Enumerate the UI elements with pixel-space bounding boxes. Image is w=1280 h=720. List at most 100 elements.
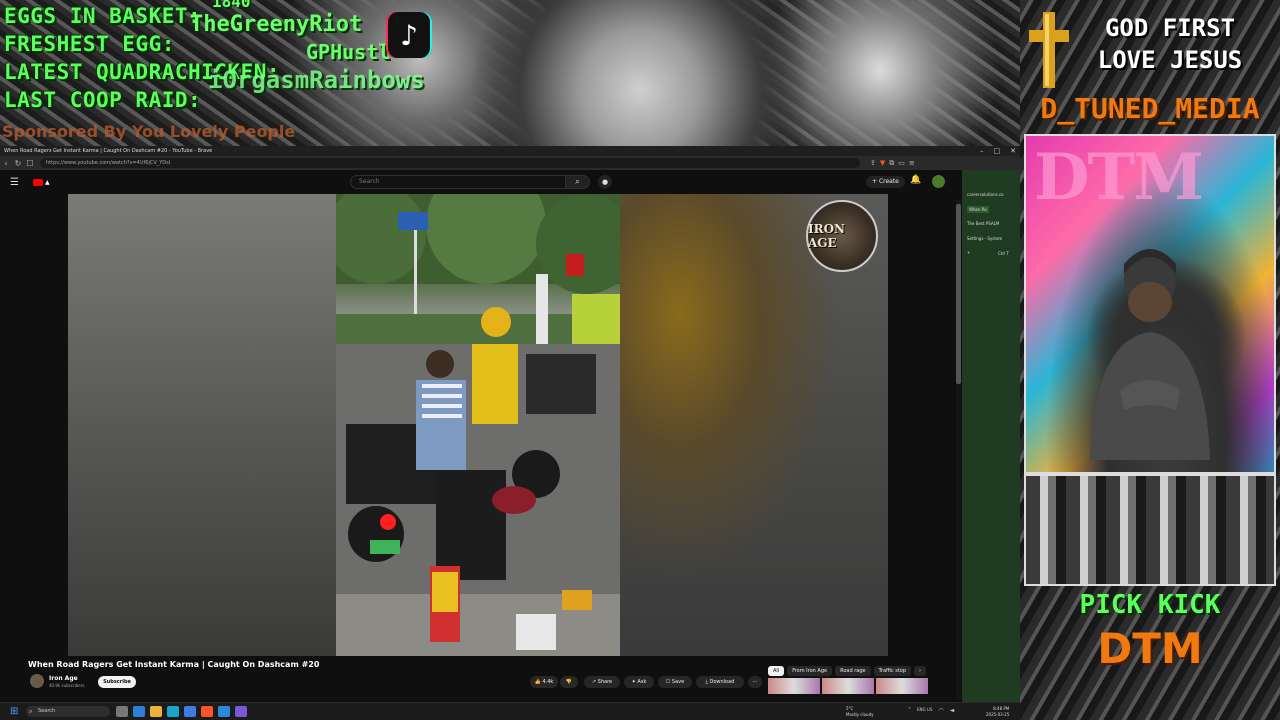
app-icon[interactable] <box>167 706 179 717</box>
reload-icon[interactable]: ↻ <box>12 159 24 168</box>
menu-icon[interactable]: ≡ <box>909 159 915 168</box>
sidebar-tab-when-ro[interactable]: When Ro <box>967 206 989 213</box>
steam-icon[interactable] <box>218 706 230 717</box>
like-button[interactable]: 👍 4.4k <box>530 676 558 688</box>
edge-icon[interactable] <box>133 706 145 717</box>
thumbnail[interactable] <box>876 678 928 694</box>
chevron-up-icon[interactable]: ˄ <box>908 707 911 714</box>
like-count: 4.4k <box>542 679 554 685</box>
more-actions-button[interactable]: ⋯ <box>748 676 762 688</box>
channel-name[interactable]: Iron Age <box>49 675 78 682</box>
subscribe-button[interactable]: Subscribe <box>98 676 136 688</box>
download-button[interactable]: ⤓ Download <box>696 676 744 688</box>
channel-brand-text: D_TUNED_MEDIA <box>1040 92 1260 125</box>
sponsor-text: Sponsored By You Lovely People <box>2 122 296 141</box>
weather-widget[interactable]: 5°C Mostly cloudy <box>846 706 874 718</box>
browser-tabs-sidebar: careersolutions.co When Ro The Best PSAL… <box>962 170 1020 702</box>
search-icon[interactable]: ⌕ <box>566 175 590 189</box>
obs-icon[interactable] <box>235 706 247 717</box>
browser-window: When Road Ragers Get Instant Karma | Cau… <box>0 146 1020 702</box>
brave-shields-icon[interactable]: ▼ <box>880 159 885 168</box>
bookmark-icon[interactable]: ☐ <box>24 159 36 168</box>
youtube-logo-icon[interactable] <box>32 178 43 186</box>
brave-icon[interactable] <box>201 706 213 717</box>
extensions-icon[interactable]: ⧉ <box>889 159 894 168</box>
pipe-art-box <box>1024 474 1276 586</box>
chip-traffic-stop[interactable]: Traffic stop <box>873 666 912 676</box>
minimize-icon[interactable]: – <box>980 147 984 155</box>
nick-gphustl: GPHustl <box>306 40 391 64</box>
taskbar-search-icon: ⌕ <box>29 708 33 715</box>
video-title: When Road Ragers Get Instant Karma | Cau… <box>28 660 320 669</box>
search-input[interactable]: Search <box>350 175 566 189</box>
maximize-icon[interactable]: □ <box>994 147 1001 155</box>
love-jesus-text: LOVE JESUS <box>1097 46 1243 74</box>
related-video-thumbnails[interactable] <box>768 678 928 694</box>
chip-all[interactable]: All <box>768 666 785 676</box>
video-player[interactable]: IRON AGE <box>68 194 888 656</box>
back-icon[interactable]: ‹ <box>0 159 12 168</box>
system-tray: ˄ ENG US ◠ ◄ <box>908 707 954 714</box>
thumbnail[interactable] <box>768 678 820 694</box>
webcam-sign-text: DTM <box>1034 140 1204 215</box>
video-blur-left <box>68 194 336 656</box>
channel-avatar[interactable] <box>30 674 44 688</box>
close-icon[interactable]: ✕ <box>1010 147 1016 155</box>
task-view-icon[interactable] <box>116 706 128 717</box>
cross-icon <box>1029 12 1069 88</box>
stat-eggs-in-basket: EGGS IN BASKET: <box>4 4 202 28</box>
share-page-icon[interactable]: ⇪ <box>870 159 876 168</box>
save-label: Save <box>671 679 685 685</box>
taskbar-apps <box>116 706 247 717</box>
hamburger-menu-icon[interactable]: ☰ <box>10 177 19 188</box>
sidebar-new-tab-shortcut[interactable]: Ctrl T <box>998 251 1009 256</box>
related-filter-chips: All From Iron Age Road rage Traffic stop… <box>768 666 927 678</box>
create-label: Create <box>878 178 899 185</box>
wifi-icon[interactable]: ◠ <box>938 707 943 714</box>
scrollbar-thumb[interactable] <box>956 204 961 384</box>
thumbnail[interactable] <box>822 678 874 694</box>
ask-button[interactable]: ✦ Ask <box>624 676 654 688</box>
stat-last-coop-raid: LAST COOP RAID: <box>4 88 202 112</box>
nick-orgasm-rainbows: iOrgasmRainbows <box>208 66 425 94</box>
weather-desc: Mostly cloudy <box>846 712 874 717</box>
create-button[interactable]: + Create <box>866 176 905 188</box>
subscriber-count: 40.9k subscribers <box>49 683 85 688</box>
taskbar-clock[interactable]: 8:48 PM 2025-03-25 <box>986 706 1009 718</box>
share-button[interactable]: ↗ Share <box>584 676 620 688</box>
tiktok-icon: ♪ <box>386 12 432 58</box>
taskbar-search-input[interactable]: Search <box>26 706 110 717</box>
window-title: When Road Ragers Get Instant Karma | Cau… <box>4 148 213 154</box>
file-explorer-icon[interactable] <box>150 706 162 717</box>
sidebar-tab-settings[interactable]: Settings - System <box>967 236 1002 241</box>
save-button[interactable]: ☐ Save <box>658 676 692 688</box>
microphone-icon[interactable]: ● <box>598 175 612 189</box>
account-avatar[interactable] <box>932 175 945 188</box>
chip-road-rage[interactable]: Road rage <box>835 666 871 676</box>
youtube-page: ☰ ▲ Search ⌕ ● + Create 🔔 IRON AGE When … <box>0 170 962 702</box>
notifications-bell-icon[interactable]: 🔔 <box>910 175 921 185</box>
video-frame <box>336 194 620 656</box>
sidebar-tab-best-psalm[interactable]: The Best PSALM <box>967 221 999 226</box>
window-controls: – □ ✕ <box>980 146 1016 156</box>
chip-from-iron-age[interactable]: From Iron Age <box>787 666 833 676</box>
nick-count: 1840 <box>212 0 251 11</box>
wallet-icon[interactable]: ▭ <box>898 159 905 168</box>
chrome-icon[interactable] <box>184 706 196 717</box>
channel-watermark-badge[interactable]: IRON AGE <box>806 200 878 272</box>
dislike-button[interactable]: 👎 <box>560 676 578 688</box>
share-label: Share <box>597 679 613 685</box>
windows-start-icon[interactable]: ⊞ <box>10 706 18 717</box>
nick-greeny-riot: TheGreenyRiot <box>190 12 363 37</box>
chip-next-icon[interactable]: › <box>914 666 927 676</box>
volume-icon[interactable]: ◄ <box>950 707 955 714</box>
god-first-text: GOD FIRST <box>1104 14 1236 42</box>
url-field[interactable]: https://www.youtube.com/watch?v=4Uf6jCV_… <box>40 158 860 168</box>
badge-text: IRON AGE <box>808 222 846 250</box>
language-indicator[interactable]: ENG US <box>917 707 932 714</box>
new-tab-icon[interactable]: + <box>967 250 970 255</box>
sidebar-tab-careersolutions[interactable]: careersolutions.co <box>967 192 1004 197</box>
page-scrollbar[interactable] <box>956 200 961 700</box>
windows-taskbar: ⊞ Search ⌕ 5°C Mostly cloudy ˄ ENG US ◠ … <box>0 702 1020 720</box>
streamer-figure <box>1090 249 1210 460</box>
